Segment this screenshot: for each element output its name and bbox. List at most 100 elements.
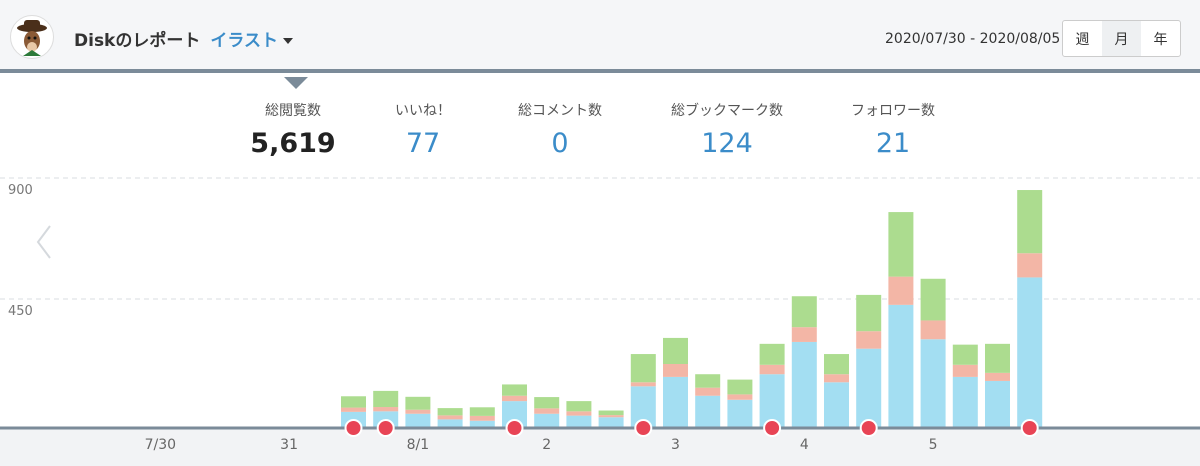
bar-segment-likes: [856, 331, 882, 349]
bar-segment-views: [920, 339, 946, 428]
stat-followers[interactable]: フォロワー数 21: [813, 100, 973, 159]
bar-segment-bookmarks: [341, 396, 366, 408]
bar-segment-views: [985, 380, 1010, 428]
bar-segment-views: [566, 415, 592, 428]
stats-row: 総閲覧数 5,619 いいね！ 77 総コメント数 0 総ブックマーク数 124…: [0, 100, 1200, 170]
stat-label: 総ブックマーク数: [671, 103, 783, 119]
bar-segment-views: [888, 304, 914, 428]
date-range: 2020/07/30 - 2020/08/05: [885, 31, 1061, 47]
bar-segment-bookmarks: [566, 401, 592, 412]
bar-segment-bookmarks: [695, 374, 721, 388]
event-marker: [634, 419, 653, 437]
event-marker: [376, 419, 395, 437]
bar-segment-likes: [727, 394, 753, 400]
bar-segment-likes: [373, 407, 399, 412]
bar-segment-likes: [437, 415, 463, 420]
bar-segment-likes: [824, 374, 849, 383]
bar-segment-bookmarks: [759, 343, 785, 365]
stat-likes[interactable]: いいね！ 77: [343, 100, 503, 159]
stacked-bar-chart: 450 900: [0, 177, 1200, 437]
bar-segment-likes: [791, 327, 817, 342]
event-marker: [505, 419, 524, 437]
y-tick-label: 450: [8, 304, 33, 319]
stat-bookmarks[interactable]: 総ブックマーク数 124: [647, 100, 807, 159]
stat-label: フォロワー数: [851, 103, 935, 119]
bar-segment-likes: [534, 408, 560, 414]
bar-segment-views: [663, 376, 688, 428]
avatar[interactable]: [10, 15, 54, 59]
bar-segment-bookmarks: [534, 397, 560, 409]
bar-segment-bookmarks: [663, 337, 688, 365]
report-title-text: Diskのレポート: [74, 31, 201, 51]
bar-segment-likes: [630, 382, 656, 387]
x-tick-label: 31: [280, 437, 299, 453]
bar-segment-bookmarks: [469, 407, 495, 416]
chevron-left-icon[interactable]: [30, 222, 58, 262]
bar-segment-likes: [759, 364, 785, 375]
stat-label: いいね！: [395, 103, 451, 119]
period-month-button[interactable]: 月: [1102, 21, 1141, 56]
stat-value: 124: [701, 128, 753, 159]
x-tick-label: 8/1: [406, 437, 430, 453]
bar-segment-bookmarks: [952, 344, 978, 365]
bar-segment-likes: [598, 415, 624, 418]
bar-segment-bookmarks: [405, 396, 431, 410]
event-marker: [763, 419, 782, 437]
event-marker: [344, 419, 363, 437]
bar-segment-views: [824, 382, 849, 428]
x-tick-label: 3: [671, 437, 680, 453]
bar-segment-views: [791, 341, 817, 428]
report-header: Diskのレポート イラスト 2020/07/30 - 2020/08/05 週 …: [0, 0, 1200, 73]
x-tick-label: 2: [542, 437, 552, 453]
bar-segment-bookmarks: [791, 296, 817, 328]
bar-segment-views: [856, 348, 882, 428]
y-tick-label: 900: [8, 183, 33, 198]
bar-segment-likes: [566, 411, 592, 416]
bar-segment-likes: [888, 276, 914, 305]
bar-segment-bookmarks: [502, 384, 527, 396]
bar-segment-bookmarks: [856, 294, 882, 332]
bar-segment-likes: [920, 320, 946, 340]
bar-segment-likes: [405, 409, 431, 414]
bar-segment-bookmarks: [727, 379, 753, 395]
x-tick-label: 4: [799, 437, 809, 453]
bar-segment-bookmarks: [1017, 190, 1043, 254]
stat-value: 77: [405, 128, 441, 159]
stat-value: 21: [875, 128, 911, 159]
bar-segment-likes: [952, 364, 978, 377]
bar-segment-bookmarks: [373, 390, 399, 408]
bar-segment-bookmarks: [985, 343, 1010, 373]
stat-comments[interactable]: 総コメント数 0: [480, 100, 640, 159]
period-week-button[interactable]: 週: [1063, 21, 1102, 56]
category-dropdown[interactable]: イラスト: [210, 31, 278, 51]
bar-segment-bookmarks: [437, 408, 463, 416]
bar-segment-bookmarks: [920, 278, 946, 321]
bar-segment-likes: [469, 415, 495, 421]
x-tick-label: 5: [928, 437, 938, 453]
bar-segment-bookmarks: [630, 354, 656, 383]
bar-segment-views: [405, 413, 431, 428]
period-year-button[interactable]: 年: [1141, 21, 1180, 56]
bar-segment-views: [598, 417, 624, 428]
x-tick-label: 7/30: [144, 437, 177, 453]
event-marker: [1020, 419, 1039, 437]
stat-value: 0: [551, 128, 569, 159]
bar-segment-likes: [695, 387, 721, 396]
bar-segment-likes: [502, 395, 527, 402]
bar-segment-views: [952, 376, 978, 428]
bar-segment-likes: [663, 364, 688, 377]
selected-stat-pointer: [284, 77, 308, 89]
bar-segment-views: [695, 395, 721, 428]
report-title: Diskのレポート イラスト: [74, 26, 294, 51]
event-marker: [859, 419, 878, 437]
bar-segment-views: [534, 413, 560, 428]
bar-segment-likes: [985, 372, 1010, 381]
bar-segment-bookmarks: [888, 212, 914, 277]
stat-label: 総コメント数: [518, 103, 602, 119]
bar-segment-bookmarks: [598, 410, 624, 416]
bar-segment-likes: [1017, 253, 1043, 278]
bar-segment-likes: [341, 407, 366, 412]
period-switch: 週 月 年: [1062, 20, 1181, 57]
bar-segment-views: [1017, 277, 1043, 428]
chevron-down-icon[interactable]: [283, 38, 294, 44]
